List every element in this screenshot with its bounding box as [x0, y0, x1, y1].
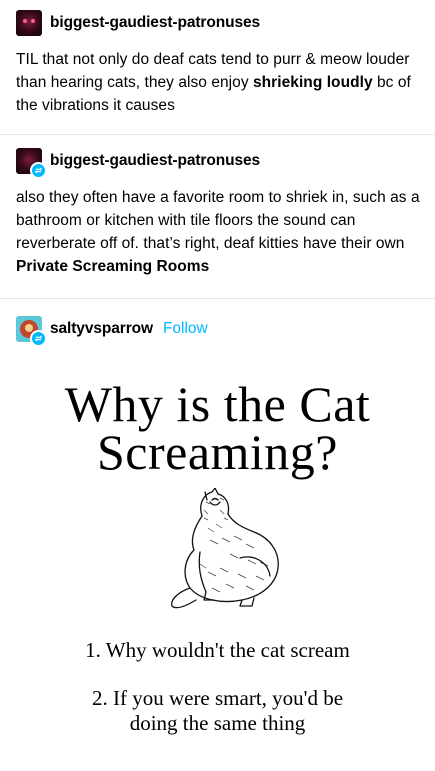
- bold-text: Private Screaming Rooms: [16, 258, 210, 275]
- meme-title-line1: Why is the Cat: [64, 376, 371, 432]
- meme-item-2-line1: 2. If you were smart, you'd be: [91, 686, 344, 710]
- text-span: also they often have a favorite room to …: [16, 189, 420, 252]
- post-header: biggest-gaudiest-patronuses: [16, 148, 426, 179]
- post-text: also they often have a favorite room to …: [16, 186, 426, 278]
- screaming-cat-illustration: [171, 488, 279, 609]
- meme-title-line2: Screaming?: [96, 424, 338, 480]
- divider: [0, 134, 435, 135]
- username[interactable]: saltyvsparrow: [50, 320, 153, 338]
- avatar[interactable]: [16, 316, 47, 347]
- reblog-icon: [30, 162, 47, 179]
- meme-item-2: 2. If you were smart, you'd be doing the…: [0, 686, 435, 736]
- post-header: saltyvsparrow Follow: [16, 316, 421, 347]
- avatar[interactable]: [16, 148, 47, 179]
- divider: [0, 298, 435, 299]
- bold-text: shrieking loudly: [252, 74, 373, 91]
- post-2: biggest-gaudiest-patronuses also they of…: [16, 148, 426, 278]
- post-header: biggest-gaudiest-patronuses: [16, 10, 421, 36]
- post-text: TIL that not only do deaf cats tend to p…: [16, 48, 421, 117]
- meme-item-2-line2: doing the same thing: [129, 711, 306, 735]
- meme-item-1: 1. Why wouldn't the cat scream: [85, 638, 350, 662]
- username[interactable]: biggest-gaudiest-patronuses: [50, 152, 260, 170]
- reblog-icon: [30, 330, 47, 347]
- avatar[interactable]: [16, 10, 42, 36]
- follow-button[interactable]: Follow: [163, 320, 208, 338]
- post-1: biggest-gaudiest-patronuses TIL that not…: [16, 10, 421, 117]
- post-3: saltyvsparrow Follow: [16, 316, 421, 347]
- username[interactable]: biggest-gaudiest-patronuses: [50, 14, 260, 32]
- meme-title: Why is the Cat Screaming?: [0, 376, 435, 480]
- meme-image: Why is the Cat Screaming? 1. Why wouldn'…: [0, 360, 435, 771]
